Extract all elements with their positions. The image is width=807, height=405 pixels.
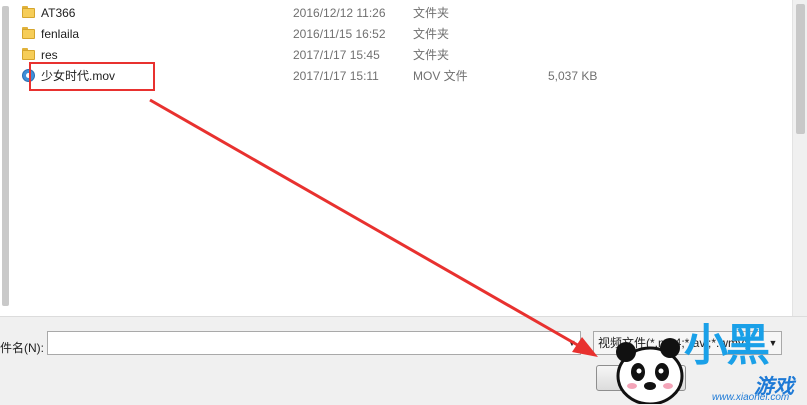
xiaohei-logo: 小黑 游戏 www.xiaohei.com [680, 318, 807, 404]
logo-main-text: 小黑 [684, 321, 770, 370]
annotation-arrowhead [572, 337, 598, 357]
logo-url-text: www.xiaohei.com [712, 392, 790, 403]
annotation-arrow-line [149, 98, 589, 353]
